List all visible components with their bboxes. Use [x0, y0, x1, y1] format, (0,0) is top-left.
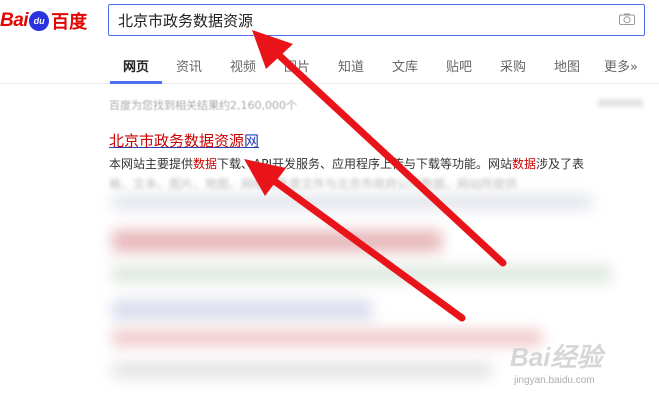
tab-images[interactable]: 图片 — [284, 56, 310, 75]
tab-wenku[interactable]: 文库 — [392, 56, 418, 75]
tab-video[interactable]: 视频 — [230, 56, 256, 75]
header: Bai du 百度 — [0, 0, 659, 44]
result-count: 百度为您找到相关结果约2,160,000个 — [109, 99, 297, 112]
active-tab-indicator — [110, 81, 162, 84]
snippet-part-1: 本网站主要提供 — [109, 157, 194, 171]
snippet-part-2: 下载、API开发服务、应用程序上传与下载等功能。网站 — [217, 157, 513, 171]
tab-news[interactable]: 资讯 — [176, 56, 202, 75]
watermark-url: jingyan.baidu.com — [514, 375, 595, 386]
tab-purchase[interactable]: 采购 — [500, 56, 526, 75]
baidu-logo[interactable]: Bai du 百度 — [0, 6, 87, 36]
tab-map[interactable]: 地图 — [554, 56, 580, 75]
result-title-keyword: 北京市政务数据资源 — [109, 132, 245, 150]
search-tabs: 网页 资讯 视频 图片 知道 文库 贴吧 采购 地图 更多» — [0, 44, 659, 84]
snippet-keyword-2: 数据 — [512, 157, 537, 171]
blurred-result-1 — [112, 195, 592, 209]
result-title-link[interactable]: 北京市政务数据资源网 — [109, 130, 259, 151]
search-input[interactable] — [109, 5, 609, 35]
blurred-result-2 — [112, 230, 442, 252]
logo-text-bai: Bai — [0, 10, 29, 31]
snippet-part-3: 涉及了表 — [536, 157, 585, 171]
snippet-keyword-1: 数据 — [193, 157, 218, 171]
watermark-logo: Bai经验 — [510, 342, 603, 372]
blurred-result-3 — [112, 265, 612, 283]
blurred-result-6 — [112, 362, 492, 378]
baidu-jingyan-watermark: Bai经验 jingyan.baidu.com — [510, 337, 650, 397]
tab-web[interactable]: 网页 — [123, 56, 149, 75]
tab-zhidao[interactable]: 知道 — [338, 56, 364, 75]
camera-icon[interactable] — [619, 13, 635, 25]
search-tools-link[interactable] — [598, 99, 643, 107]
result-title-suffix: 网 — [244, 132, 260, 150]
tab-more[interactable]: 更多» — [604, 56, 638, 75]
result-snippet-line-2: 格、文本、图片、地图、网络等各类文件与北京市政府公开数据，网站所提供 — [109, 177, 518, 191]
blurred-result-5 — [112, 330, 542, 346]
blurred-result-4 — [112, 300, 372, 320]
search-box — [108, 4, 645, 36]
logo-paw-icon: du — [29, 11, 50, 31]
result-snippet: 本网站主要提供数据下载、API开发服务、应用程序上传与下载等功能。网站数据涉及了… — [109, 155, 644, 172]
logo-text-cn: 百度 — [51, 12, 88, 33]
tab-tieba[interactable]: 贴吧 — [446, 56, 472, 75]
